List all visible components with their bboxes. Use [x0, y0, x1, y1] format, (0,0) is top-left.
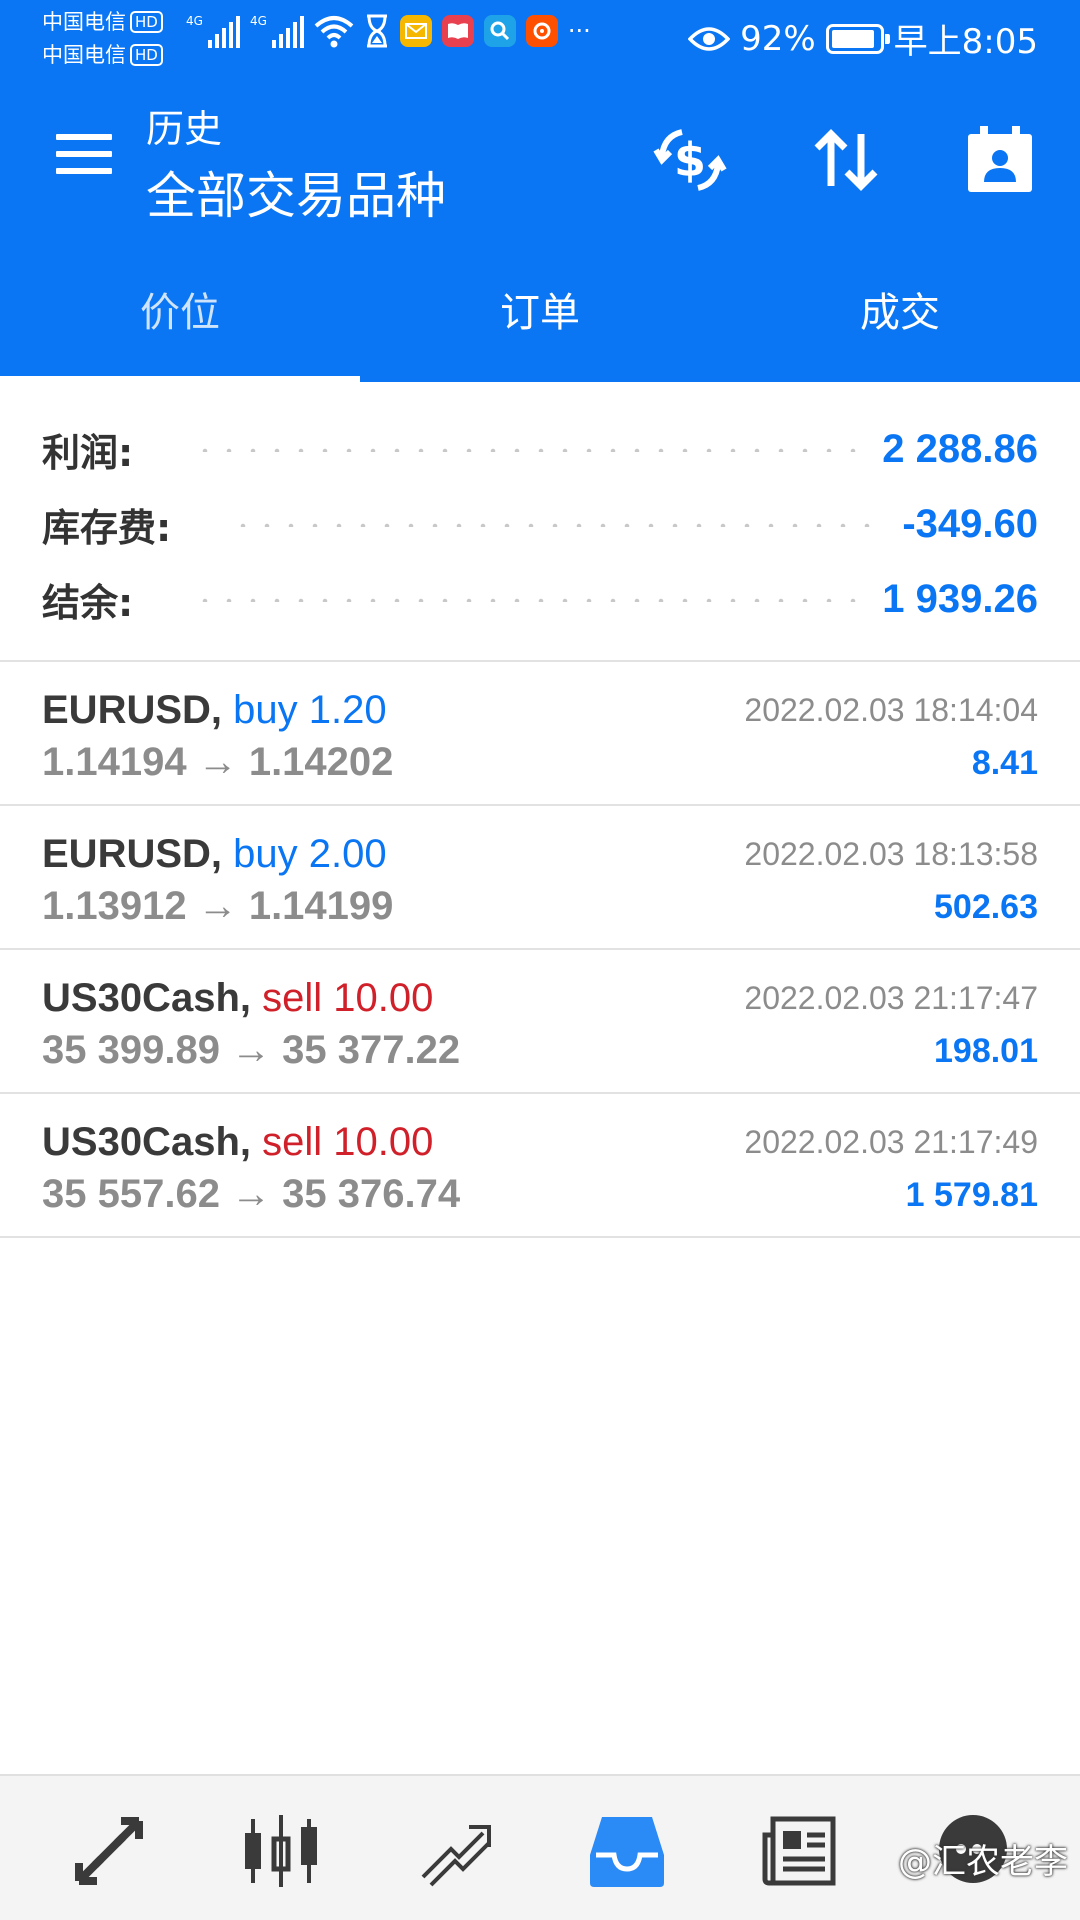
dotted-leader — [193, 447, 859, 452]
deal-prices: 1.14194 → 1.14202 — [42, 740, 394, 784]
hd-badge: HD — [130, 44, 163, 66]
currency-exchange-icon[interactable]: $ — [650, 120, 730, 200]
search-app-icon — [483, 15, 516, 47]
network-type-label: 4G — [249, 14, 267, 28]
deal-symbol: EURUSD, — [42, 832, 223, 876]
hd-badge: HD — [130, 11, 163, 33]
summary-row-swap: 库存费: -349.60 — [0, 487, 1080, 562]
deal-row[interactable]: EURUSD, buy 1.20 1.14194 → 1.14202 2022.… — [0, 662, 1080, 806]
dotted-leader — [231, 522, 879, 527]
swap-label: 库存费: — [42, 506, 172, 550]
more-notifications-icon: ··· — [567, 17, 591, 45]
signal-icon: 4G — [186, 14, 240, 48]
swap-value: -349.60 — [902, 502, 1038, 546]
eye-icon — [688, 26, 731, 51]
deal-row[interactable]: EURUSD, buy 2.00 1.13912 → 1.14199 2022.… — [0, 806, 1080, 950]
dotted-leader — [193, 597, 859, 602]
hourglass-icon — [366, 14, 387, 48]
deal-row[interactable]: US30Cash, sell 10.00 35 399.89 → 35 377.… — [0, 950, 1080, 1094]
balance-label: 结余: — [42, 581, 134, 625]
balance-value: 1 939.26 — [882, 577, 1038, 621]
deal-time: 2022.02.03 18:13:58 — [744, 836, 1038, 872]
toolbar-title[interactable]: 全部交易品种 — [146, 156, 446, 228]
wifi-icon — [314, 16, 354, 48]
status-icons: 4G 4G ··· — [186, 14, 591, 48]
deal-side: buy 2.00 — [233, 832, 387, 876]
deal-prices: 1.13912 → 1.14199 — [42, 884, 394, 928]
bottom-navigation: @汇农老李 — [0, 1774, 1080, 1920]
carrier-info: 中国电信 HD 中国电信 HD — [42, 6, 163, 72]
deal-side: sell 10.00 — [262, 976, 434, 1020]
profit-value: 2 288.86 — [882, 427, 1038, 471]
tab-orders[interactable]: 订单 — [360, 236, 720, 382]
svg-text:$: $ — [674, 133, 706, 187]
history-icon[interactable] — [584, 1808, 670, 1894]
battery-icon — [825, 23, 890, 54]
network-type-label: 4G — [186, 14, 203, 28]
summary-row-balance: 结余: 1 939.26 — [0, 562, 1080, 637]
deal-list: EURUSD, buy 1.20 1.14194 → 1.14202 2022.… — [0, 660, 1080, 1238]
sort-icon[interactable] — [806, 120, 886, 200]
deal-time: 2022.02.03 21:17:47 — [744, 980, 1038, 1016]
deal-profit: 198.01 — [934, 1032, 1038, 1070]
app-toolbar: 历史 全部交易品种 $ — [0, 76, 1080, 236]
battery-percent: 92% — [740, 18, 816, 59]
tab-deals[interactable]: 成交 — [720, 236, 1080, 382]
quotes-icon[interactable] — [66, 1808, 152, 1894]
deal-symbol: EURUSD, — [42, 688, 223, 732]
tab-bar: 价位 订单 成交 — [0, 236, 1080, 382]
status-right: 92% 早上8:05 — [688, 14, 1038, 63]
deal-side: sell 10.00 — [262, 1120, 434, 1164]
summary-panel: 利润: 2 288.86 库存费: -349.60 结余: 1 939.26 — [0, 412, 1080, 637]
taobao-app-icon — [525, 15, 558, 47]
signal-icon: 4G — [250, 14, 304, 48]
deal-symbol: US30Cash, — [42, 976, 251, 1020]
deal-prices: 35 557.62 → 35 376.74 — [42, 1172, 461, 1216]
mail-app-icon — [399, 15, 432, 47]
battery-fill — [831, 29, 874, 48]
summary-row-profit: 利润: 2 288.86 — [0, 412, 1080, 487]
deal-profit: 8.41 — [971, 744, 1038, 782]
deal-time: 2022.02.03 18:14:04 — [744, 692, 1038, 728]
carrier-1-label: 中国电信 — [42, 10, 126, 34]
chart-icon[interactable] — [238, 1808, 324, 1894]
deal-symbol: US30Cash, — [42, 1120, 251, 1164]
book-app-icon — [441, 15, 474, 47]
profit-label: 利润: — [42, 431, 134, 475]
deal-side: buy 1.20 — [233, 688, 387, 732]
deal-time: 2022.02.03 21:17:49 — [744, 1124, 1038, 1160]
deal-prices: 35 399.89 → 35 377.22 — [42, 1028, 461, 1072]
news-icon[interactable] — [756, 1808, 842, 1894]
trade-icon[interactable] — [412, 1808, 498, 1894]
status-bar: 中国电信 HD 中国电信 HD 4G 4G ··· 92% 早上8:05 — [0, 0, 1080, 76]
deal-row[interactable]: US30Cash, sell 10.00 35 557.62 → 35 376.… — [0, 1094, 1080, 1238]
carrier-2-label: 中国电信 — [42, 43, 126, 67]
watermark-text: @汇农老李 — [898, 1842, 1068, 1882]
deal-profit: 1 579.81 — [905, 1176, 1038, 1214]
tab-positions[interactable]: 价位 — [0, 236, 360, 382]
toolbar-subtitle: 历史 — [146, 107, 223, 151]
clock: 早上8:05 — [893, 22, 1038, 62]
calendar-contact-icon[interactable] — [960, 120, 1040, 200]
deal-profit: 502.63 — [934, 888, 1038, 926]
menu-icon[interactable] — [56, 134, 112, 174]
